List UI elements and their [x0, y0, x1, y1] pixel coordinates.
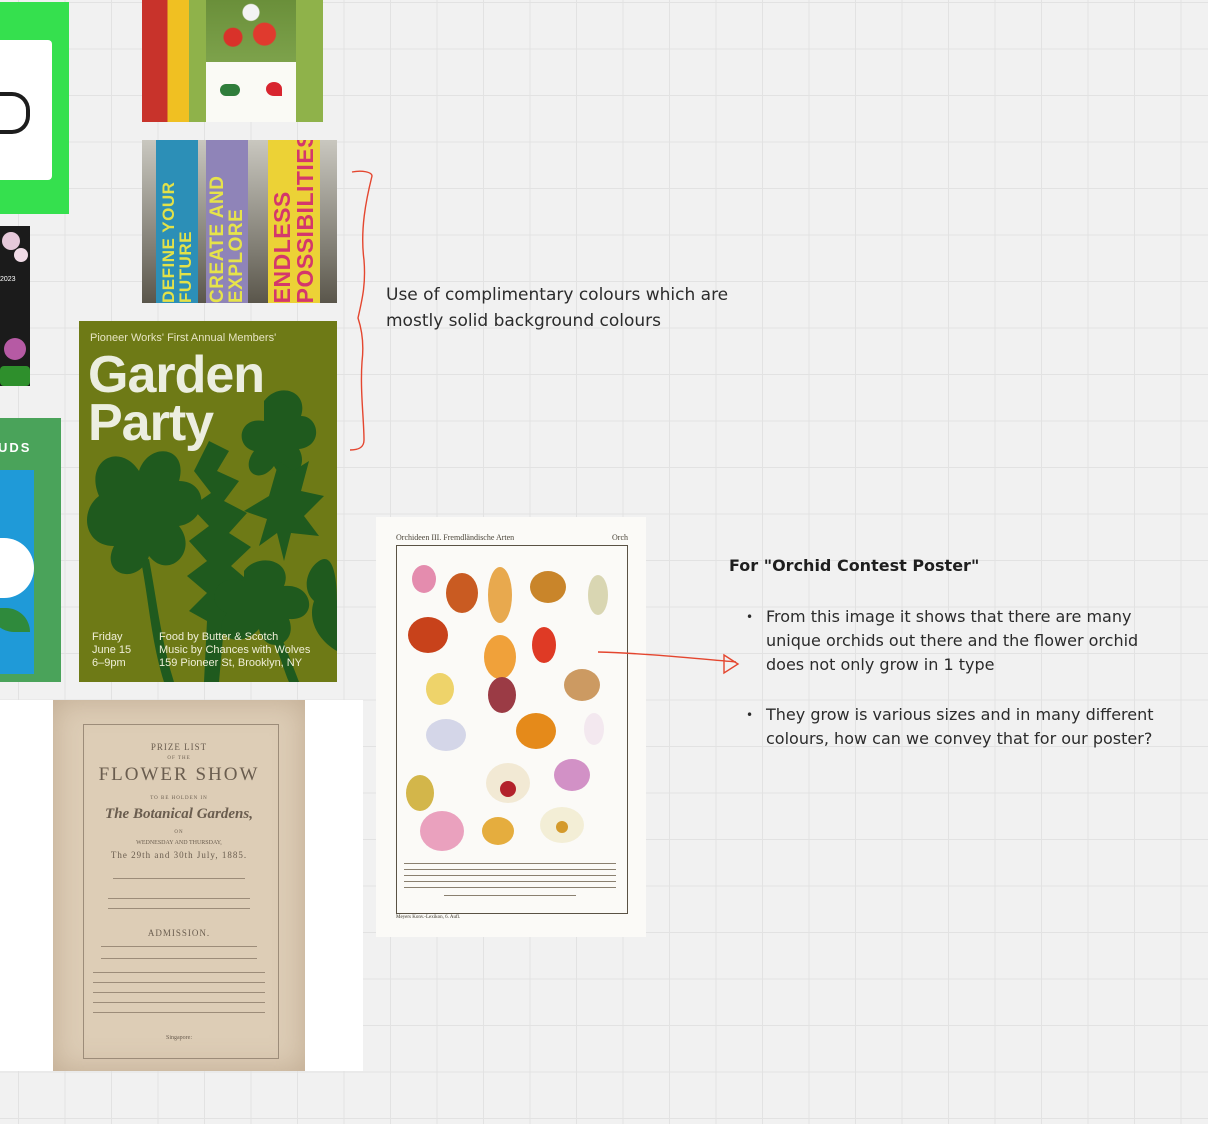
- poster-logo-mark: [0, 92, 30, 134]
- caption-line: [404, 869, 616, 871]
- bullet-icon: •: [746, 708, 754, 722]
- text-line: [101, 946, 257, 949]
- prize-list-text: OF THE: [167, 756, 191, 761]
- orchid-botanical-plate-image[interactable]: Orchideen III. Fremdländische Arten Orch: [376, 517, 646, 937]
- poster-title: UDS: [0, 440, 32, 455]
- orchid-illustrations: [406, 565, 608, 851]
- flower-banner-photo[interactable]: [142, 0, 323, 122]
- banner-text: CREATE AND EXPLORE: [207, 175, 247, 303]
- prize-list-days: WEDNESDAY AND THURSDAY,: [136, 840, 222, 846]
- caption-line: [404, 863, 616, 865]
- bullet-text: From this image it shows that there are …: [766, 607, 1139, 674]
- poster-date: Friday June 15 6–9pm: [92, 631, 132, 669]
- street-banners-photo[interactable]: DEFINE YOUR FUTURE CREATE AND EXPLORE EN…: [142, 140, 337, 303]
- prize-list-paper: PRIZE LIST OF THE FLOWER SHOW TO BE HOLD…: [53, 700, 305, 1071]
- dark-orchid-poster-image[interactable]: 2023: [0, 226, 30, 386]
- text-line: [93, 1002, 265, 1005]
- leaf-shape: [0, 366, 30, 386]
- text-line: [108, 908, 250, 911]
- orchid-exhibition-poster-image[interactable]: UDS: [0, 418, 61, 682]
- poster-year: 2023: [0, 276, 16, 283]
- text-line: [93, 1012, 265, 1015]
- orchid-bloom: [2, 232, 20, 250]
- banner-text: DEFINE YOUR FUTURE: [159, 181, 195, 303]
- plate-footer: Meyers Konv.-Lexikon, 6. Aufl.: [396, 915, 461, 920]
- text-line: [108, 898, 250, 901]
- caption-line: [404, 875, 616, 877]
- prize-list-title: FLOWER SHOW: [98, 764, 260, 785]
- text-line: [93, 972, 265, 975]
- prize-list-admission: ADMISSION.: [147, 928, 211, 938]
- garden-party-poster-image[interactable]: Pioneer Works' First Annual Members' Gar…: [79, 321, 337, 682]
- orchid-bloom: [14, 248, 28, 262]
- bullet-icon: •: [746, 610, 754, 624]
- poster-event-info: Food by Butter & Scotch Music by Chances…: [159, 631, 311, 669]
- arrow-head-icon: [723, 653, 740, 675]
- text-line: [93, 982, 265, 985]
- text-line: [101, 958, 257, 961]
- banner-text: ENDLESS POSSIBILITIES: [269, 140, 318, 303]
- sponsor-logo-icon: [220, 84, 240, 96]
- prize-list-venue: The Botanical Gardens,: [105, 806, 253, 822]
- poster-subtitle: Pioneer Works' First Annual Members': [90, 332, 277, 344]
- bracket-annotation: [349, 170, 373, 451]
- prize-list-flower-show-image[interactable]: PRIZE LIST OF THE FLOWER SHOW TO BE HOLD…: [0, 700, 363, 1071]
- banner-define-your-future: DEFINE YOUR FUTURE: [156, 140, 198, 303]
- caption-line: [404, 887, 616, 889]
- orchid-note-title[interactable]: For "Orchid Contest Poster": [729, 556, 979, 575]
- poster-title-line-2: Party: [88, 394, 214, 452]
- caption-line: [444, 895, 576, 897]
- sponsor-logo-icon: [266, 82, 282, 96]
- prize-list-text: ON: [174, 830, 184, 835]
- green-poster-image[interactable]: [0, 2, 69, 214]
- bullet-text: They grow is various sizes and in many d…: [766, 705, 1154, 748]
- banner-create-and-explore: CREATE AND EXPLORE: [206, 140, 248, 303]
- caption-line: [404, 881, 616, 883]
- banner-endless-possibilities: ENDLESS POSSIBILITIES: [268, 140, 320, 303]
- colours-note[interactable]: Use of complimentary colours which are m…: [386, 282, 746, 334]
- prize-list-dates: The 29th and 30th July, 1885.: [110, 850, 248, 860]
- orchid-bloom: [4, 338, 26, 360]
- text-line: [93, 992, 265, 995]
- prize-list-heading: PRIZE LIST: [150, 742, 208, 752]
- text-line: [113, 878, 245, 881]
- banner-flowers-print: [206, 0, 296, 62]
- prize-list-text: TO BE HOLDEN IN: [150, 796, 208, 801]
- prize-list-place: Singapore:: [166, 1035, 192, 1041]
